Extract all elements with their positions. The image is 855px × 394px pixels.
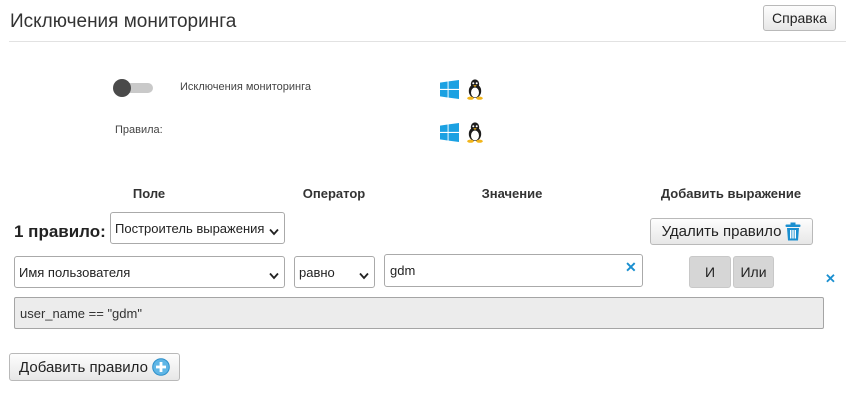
monitoring-exclusions-toggle[interactable] bbox=[113, 79, 153, 97]
delete-rule-button[interactable]: Удалить правило bbox=[650, 218, 813, 245]
chevron-down-icon bbox=[269, 268, 279, 283]
plus-circle-icon bbox=[152, 358, 170, 376]
clear-value-icon[interactable]: ✕ bbox=[625, 259, 637, 276]
rules-os-icons bbox=[440, 122, 484, 143]
field-select-value: Имя пользователя bbox=[19, 264, 131, 280]
value-input[interactable]: gdm bbox=[384, 254, 643, 287]
toggle-knob bbox=[113, 79, 131, 97]
linux-icon bbox=[466, 79, 484, 100]
windows-icon bbox=[440, 80, 459, 99]
or-button[interactable]: Или bbox=[733, 256, 774, 288]
toggle-label: Исключения мониторинга bbox=[180, 81, 312, 93]
column-header-field: Поле bbox=[132, 186, 166, 201]
remove-row-icon[interactable]: ✕ bbox=[825, 271, 836, 287]
expression-builder-select[interactable]: Построитель выражения bbox=[110, 212, 285, 244]
expression-builder-value: Построитель выражения bbox=[115, 220, 265, 236]
operator-select[interactable]: равно bbox=[294, 256, 375, 288]
value-input-text: gdm bbox=[390, 263, 416, 278]
column-header-add-expression: Добавить выражение bbox=[660, 186, 802, 201]
delete-rule-label: Удалить правило bbox=[661, 223, 782, 240]
field-select[interactable]: Имя пользователя bbox=[14, 256, 285, 288]
column-header-value: Значение bbox=[481, 186, 543, 201]
and-button[interactable]: И bbox=[689, 256, 731, 288]
expression-preview: user_name == "gdm" bbox=[14, 297, 824, 329]
title-divider bbox=[9, 41, 846, 42]
add-rule-label: Добавить правило bbox=[19, 358, 148, 376]
rules-label: Правила: bbox=[115, 124, 163, 136]
column-header-operator: Оператор bbox=[302, 186, 366, 201]
windows-icon bbox=[440, 123, 459, 142]
trash-icon bbox=[785, 222, 801, 241]
rule-count-label: 1 правило: bbox=[14, 222, 106, 241]
expression-text: user_name == "gdm" bbox=[20, 305, 142, 321]
toggle-os-icons bbox=[440, 79, 484, 100]
help-button[interactable]: Справка bbox=[763, 5, 836, 31]
chevron-down-icon bbox=[269, 224, 279, 239]
chevron-down-icon bbox=[359, 268, 369, 283]
page-title: Исключения мониторинга bbox=[10, 11, 237, 32]
linux-icon bbox=[466, 122, 484, 143]
operator-select-value: равно bbox=[299, 264, 335, 280]
add-rule-button[interactable]: Добавить правило bbox=[9, 353, 180, 381]
